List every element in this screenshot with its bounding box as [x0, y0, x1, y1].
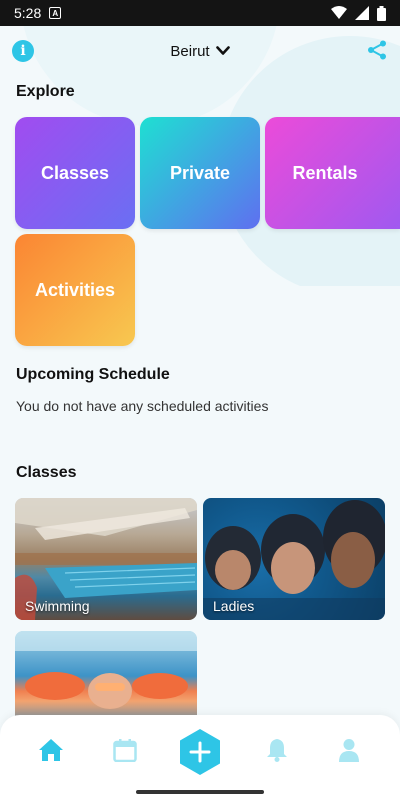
explore-tile-private[interactable]: Private	[140, 117, 260, 229]
chevron-down-icon	[215, 46, 230, 55]
share-icon[interactable]	[366, 39, 388, 66]
battery-icon	[377, 5, 386, 21]
signal-icon	[355, 6, 369, 20]
calendar-icon[interactable]	[112, 737, 138, 763]
bottom-nav	[0, 715, 400, 788]
gesture-handle[interactable]	[136, 790, 264, 794]
explore-tile-rentals[interactable]: Rentals	[265, 117, 400, 229]
info-icon[interactable]: i	[12, 40, 34, 62]
explore-tile-label: Classes	[40, 162, 110, 183]
explore-title: Explore	[16, 83, 75, 100]
explore-tile-label: Rentals	[292, 162, 358, 183]
explore-tile-label: Private	[169, 162, 231, 183]
bell-icon[interactable]	[264, 737, 290, 763]
home-icon[interactable]	[38, 737, 64, 763]
add-button[interactable]	[178, 728, 222, 776]
city-label: Beirut	[170, 42, 210, 60]
class-card-label: Swimming	[25, 598, 90, 614]
app-notification-icon: A	[49, 7, 62, 19]
classes-title: Classes	[16, 464, 77, 481]
wifi-icon	[331, 6, 347, 19]
schedule-empty-message: You do not have any scheduled activities	[16, 398, 269, 414]
status-bar: 5:28 A	[0, 0, 400, 26]
profile-icon[interactable]	[336, 737, 362, 763]
explore-tile-classes[interactable]: Classes	[15, 117, 135, 229]
city-selector[interactable]: Beirut	[170, 42, 230, 60]
top-bar: i Beirut	[0, 36, 400, 66]
schedule-title: Upcoming Schedule	[16, 366, 170, 383]
class-card-label: Ladies	[213, 598, 255, 614]
explore-tile-activities[interactable]: Activities	[15, 234, 135, 346]
gesture-bar	[0, 784, 400, 800]
class-card-ladies[interactable]: Ladies	[203, 498, 385, 620]
status-time: 5:28	[14, 5, 42, 21]
explore-tile-label: Activities	[34, 279, 116, 300]
class-card-swimming[interactable]: Swimming	[15, 498, 197, 620]
